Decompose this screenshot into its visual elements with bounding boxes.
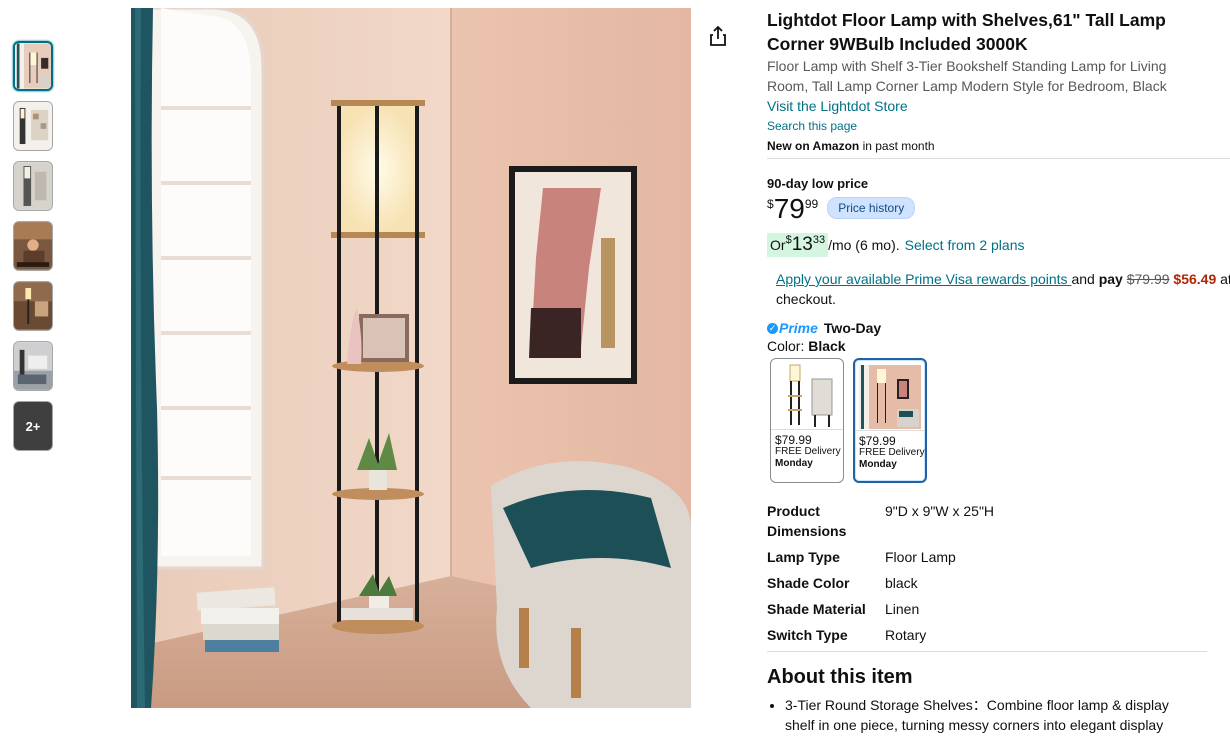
price-whole: 79 — [773, 193, 805, 224]
swatch-image-1 — [771, 359, 843, 429]
color-value: Black — [808, 338, 846, 354]
spec-value: Floor Lamp — [885, 549, 956, 565]
prime-visa-link[interactable]: Apply your available Prime Visa rewards … — [776, 271, 1071, 287]
select-plans-link[interactable]: Select from 2 plans — [905, 237, 1025, 253]
spec-value: Rotary — [885, 627, 927, 643]
about-bullets: 3-Tier Round Storage Shelves：Combine flo… — [767, 695, 1197, 735]
more-thumbnails-label: 2+ — [25, 418, 41, 434]
monthly-highlight: Or $ 13 33 — [767, 233, 829, 257]
prime-visa-offer: Apply your available Prime Visa rewards … — [767, 269, 1230, 309]
main-product-image[interactable] — [131, 8, 691, 708]
swatch-delivery-1: FREE Delivery — [775, 446, 841, 457]
swatch-text-1: $79.99 FREE Delivery Monday — [771, 429, 843, 470]
thumbnail-5[interactable] — [13, 281, 53, 331]
more-thumbnails-button[interactable]: 2+ — [13, 401, 53, 451]
prime-logo: Prime — [779, 320, 818, 336]
swatch-image-2 — [855, 360, 925, 430]
prime-delivery: ✓ Prime Two-Day — [767, 320, 1230, 336]
divider — [767, 651, 1207, 652]
color-label-text: Color: — [767, 338, 809, 354]
spec-table: Product Dimensions 9"D x 9"W x 25"H Lamp… — [767, 501, 1230, 645]
spec-row: Shade Material Linen — [767, 599, 1230, 619]
spec-value: Linen — [885, 601, 920, 617]
prime-check-icon: ✓ — [767, 322, 778, 334]
spec-key: Lamp Type — [767, 549, 840, 565]
product-subtitle: Floor Lamp with Shelf 3-Tier Bookshelf S… — [767, 58, 1167, 94]
thumbnail-6[interactable] — [13, 341, 53, 391]
thumbnail-4[interactable] — [13, 221, 53, 271]
spec-key: Shade Color — [767, 575, 850, 591]
swatch-text-2: $79.99 FREE Delivery Monday — [855, 430, 925, 471]
price-symbol: $ — [767, 197, 774, 211]
divider — [767, 158, 1230, 159]
spec-key: Shade Material — [767, 601, 866, 617]
thumbnail-3[interactable] — [13, 161, 53, 211]
spec-key: Product Dimensions — [767, 503, 847, 539]
monthly-per: /mo (6 mo). — [828, 237, 900, 253]
prime-visa-checkout: checkout. — [776, 291, 836, 307]
thumbnail-2[interactable] — [13, 101, 53, 151]
spec-row: Lamp Type Floor Lamp — [767, 547, 1230, 567]
spec-row: Switch Type Rotary — [767, 625, 1230, 645]
price-fraction: 99 — [804, 197, 819, 211]
color-label: Color: Black — [767, 338, 1230, 354]
spec-value: black — [885, 575, 918, 591]
prime-visa-and: and — [1071, 271, 1099, 287]
two-day-label: Two-Day — [823, 320, 882, 336]
thumbnail-1[interactable] — [13, 41, 53, 91]
monthly-fraction: 33 — [812, 234, 826, 246]
about-heading: About this item — [767, 666, 913, 688]
product-title: Lightdot Floor Lamp with Shelves,61" Tal… — [767, 10, 1166, 54]
new-price: $56.49 — [1173, 271, 1217, 287]
swatch-option-1[interactable]: $79.99 FREE Delivery Monday — [770, 358, 844, 483]
about-bullet: 3-Tier Round Storage Shelves：Combine flo… — [785, 695, 1197, 735]
spec-key: Switch Type — [767, 627, 848, 643]
share-icon — [710, 25, 726, 46]
new-on-amazon-rest: in past month — [859, 139, 935, 153]
swatch-price-1: $79.99 — [775, 433, 812, 447]
spec-row: Product Dimensions 9"D x 9"W x 25"H — [767, 501, 1230, 541]
new-on-amazon-bold: New on Amazon — [767, 139, 860, 153]
swatch-price-2: $79.99 — [859, 434, 896, 448]
prime-visa-pay: pay — [1098, 271, 1123, 287]
color-swatches: $79.99 FREE Delivery Monday $79.99 FREE … — [770, 358, 1230, 483]
monthly-payment: Or $ 13 33 /mo (6 mo). Select from 2 pla… — [767, 233, 1230, 257]
swatch-day-1: Monday — [775, 458, 813, 469]
low-price-label: 90-day low price — [767, 176, 869, 191]
share-button[interactable] — [706, 24, 730, 48]
swatch-day-2: Monday — [859, 459, 897, 470]
product-info: Lightdot Floor Lamp with Shelves,61" Tal… — [767, 8, 1230, 735]
price: $ 79 99 Price history — [767, 195, 1230, 225]
swatch-delivery-2: FREE Delivery — [859, 447, 925, 458]
monthly-or: Or — [770, 237, 786, 253]
prime-visa-trail: at — [1220, 271, 1230, 287]
spec-value: 9"D x 9"W x 25"H — [885, 503, 995, 519]
price-history-button[interactable]: Price history — [827, 197, 916, 219]
thumbnail-strip: 2+ — [13, 41, 53, 461]
new-on-amazon: New on Amazon in past month — [767, 136, 1230, 156]
monthly-symbol: $ — [785, 234, 792, 246]
search-this-page-link[interactable]: Search this page — [767, 116, 1230, 136]
old-price: $79.99 — [1126, 271, 1170, 287]
store-link[interactable]: Visit the Lightdot Store — [767, 96, 1230, 116]
monthly-whole: 13 — [791, 234, 813, 255]
swatch-option-2[interactable]: $79.99 FREE Delivery Monday — [853, 358, 927, 483]
spec-row: Shade Color black — [767, 573, 1230, 593]
